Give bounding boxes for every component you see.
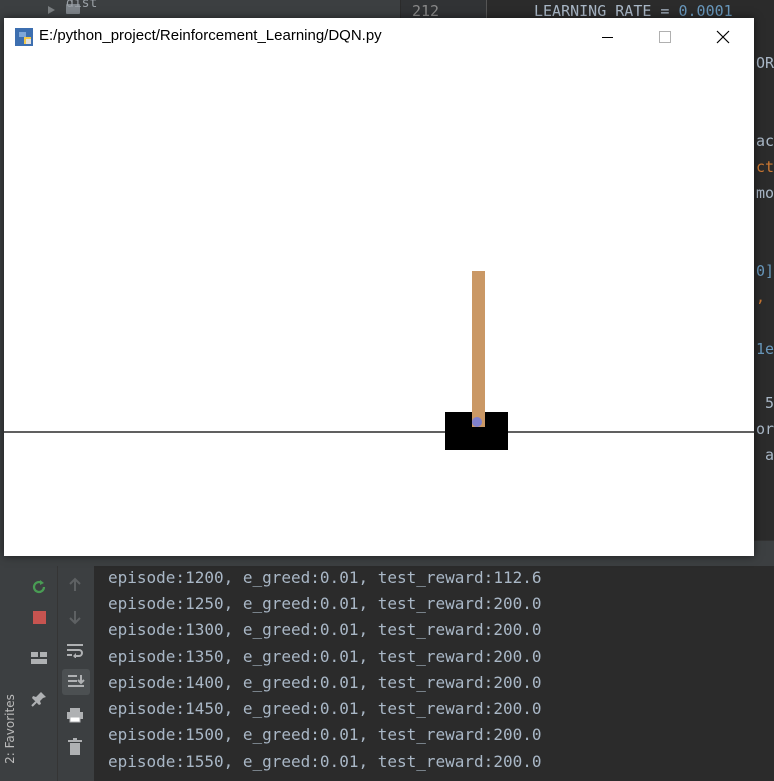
print-icon[interactable] [63,704,87,726]
window-title: E:/python_project/Reinforcement_Learning… [39,27,382,44]
console-line: episode:1300, e_greed:0.01, test_reward:… [108,620,542,639]
minimize-icon [601,36,613,38]
cartpole-canvas [4,56,754,556]
code-fragment: 0] [756,262,774,280]
trash-icon[interactable] [63,736,87,758]
code-fragment: 1e [756,340,774,358]
maximize-icon [659,31,671,43]
console-line: episode:1500, e_greed:0.01, test_reward:… [108,725,542,744]
code-fragment: a [756,446,774,464]
run-console[interactable]: episode:1200, e_greed:0.01, test_reward:… [94,566,774,781]
gym-render-window[interactable]: E:/python_project/Reinforcement_Learning… [4,18,754,556]
code-fragment: 5 [756,394,774,412]
code-fragment: or [756,420,774,438]
code-fragment: , [756,288,766,306]
minimize-button[interactable] [584,18,630,56]
pole [472,271,485,427]
code-fragment: mo [756,184,774,202]
close-icon [716,30,730,44]
pole-axle [472,417,482,427]
run-toolbar-primary [20,566,57,781]
console-line: episode:1450, e_greed:0.01, test_reward:… [108,699,542,718]
console-line: episode:1250, e_greed:0.01, test_reward:… [108,594,542,613]
maximize-button[interactable] [642,18,688,56]
stop-icon[interactable] [27,606,51,628]
tree-item-dist[interactable]: dist [66,0,97,11]
code-fragment: ac [756,132,774,150]
console-line: episode:1350, e_greed:0.01, test_reward:… [108,647,542,666]
favorites-tool-tab[interactable]: 2: Favorites [3,693,17,765]
close-button[interactable] [700,18,746,56]
run-toolbar-secondary [57,566,95,781]
layout-icon[interactable] [27,647,51,669]
pin-icon[interactable] [27,688,51,710]
console-line: episode:1200, e_greed:0.01, test_reward:… [108,568,542,587]
down-arrow-icon[interactable] [63,606,87,628]
window-titlebar[interactable]: E:/python_project/Reinforcement_Learning… [4,18,754,56]
python-app-icon [15,28,33,46]
code-fragment: OR [756,54,774,72]
up-arrow-icon[interactable] [63,574,87,596]
canvas-background [4,56,754,556]
console-line: episode:1400, e_greed:0.01, test_reward:… [108,673,542,692]
code-fragment: ct [756,158,774,176]
scroll-to-end-icon[interactable] [62,669,90,695]
soft-wrap-icon[interactable] [63,639,87,661]
tree-expand-arrow-icon[interactable] [48,6,55,14]
console-line: episode:1550, e_greed:0.01, test_reward:… [108,752,542,771]
rerun-icon[interactable] [27,576,51,598]
